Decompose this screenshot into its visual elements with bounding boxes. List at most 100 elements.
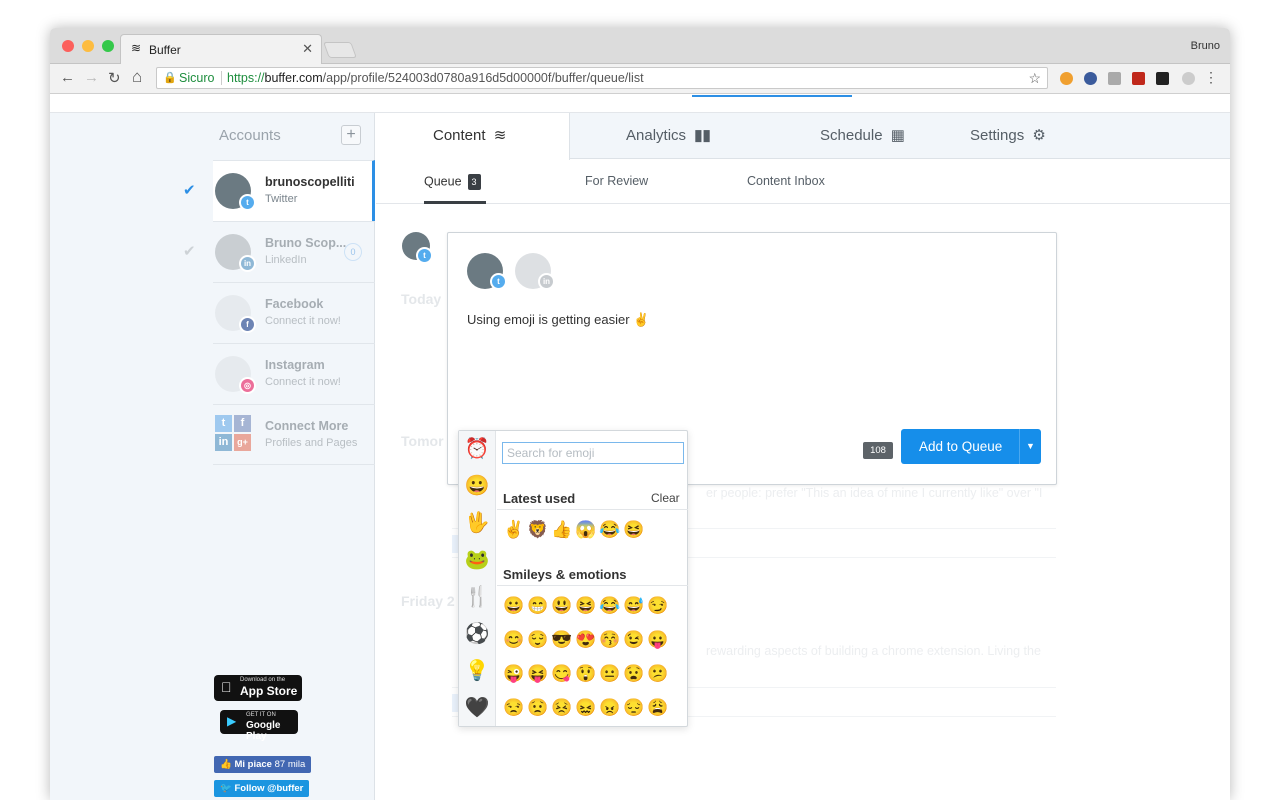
emoji-picker: ⏰😀🖖🐸🍴⚽💡🖤 Latest used Clear ✌🦁👍😱😂😆 Smiley… bbox=[458, 430, 688, 727]
forward-icon[interactable]: → bbox=[84, 69, 99, 86]
cookie-extension-icon[interactable] bbox=[1060, 72, 1073, 85]
emoji-category-6[interactable]: 💡 bbox=[463, 657, 491, 685]
emoji-button[interactable]: ✌ bbox=[503, 519, 525, 541]
emoji-button[interactable]: 😍 bbox=[575, 629, 597, 651]
address-bar[interactable]: 🔒 Sicuro https://buffer.com/app/profile/… bbox=[156, 67, 1048, 89]
emoji-button[interactable]: 😟 bbox=[527, 697, 549, 719]
connect-more[interactable]: t f in g+ Connect More Profiles and Page… bbox=[213, 404, 375, 465]
emoji-button[interactable]: 😆 bbox=[575, 595, 597, 617]
emoji-button[interactable]: 😆 bbox=[623, 519, 645, 541]
emoji-button[interactable]: 😅 bbox=[623, 595, 645, 617]
emoji-button[interactable]: 🦁 bbox=[527, 519, 549, 541]
close-tab-icon[interactable]: ✕ bbox=[302, 41, 313, 57]
emoji-category-2[interactable]: 🖖 bbox=[463, 509, 491, 537]
emoji-button[interactable]: 😠 bbox=[599, 697, 621, 719]
profile-twitter[interactable]: t brunoscopelliti Twitter bbox=[213, 160, 375, 221]
googleplay-badge[interactable]: ▶ GET IT ON Google Play bbox=[220, 710, 298, 742]
emoji-category-1[interactable]: 😀 bbox=[463, 472, 491, 500]
tab-analytics[interactable]: Analytics ▮▮ bbox=[626, 113, 711, 159]
tab-schedule[interactable]: Schedule ▦ bbox=[820, 113, 905, 159]
emoji-button[interactable]: 😃 bbox=[551, 595, 573, 617]
emoji-search-input[interactable] bbox=[502, 442, 684, 464]
profile-name: Facebook bbox=[265, 297, 324, 311]
browser-user[interactable]: Bruno bbox=[1191, 40, 1220, 52]
twitter-bird-icon: 🐦 bbox=[220, 783, 235, 794]
appstore-badge[interactable]:  Download on the App Store bbox=[214, 675, 302, 701]
profile-network: Connect it now! bbox=[265, 315, 341, 327]
emoji-button[interactable]: 😝 bbox=[527, 663, 549, 685]
twitter-follow-button[interactable]: 🐦 Follow @buffer bbox=[214, 780, 310, 797]
emoji-button[interactable]: 😐 bbox=[599, 663, 621, 685]
emoji-button[interactable]: 😛 bbox=[647, 629, 669, 651]
tab-settings[interactable]: Settings ⚙ bbox=[970, 113, 1046, 159]
emoji-button[interactable]: 😖 bbox=[575, 697, 597, 719]
browser-toolbar: ← → ↻ ⌂ 🔒 Sicuro https://buffer.com/app/… bbox=[50, 64, 1230, 94]
emoji-button[interactable]: 😋 bbox=[551, 663, 573, 685]
chevron-down-icon[interactable]: ▼ bbox=[1019, 429, 1041, 464]
new-tab-button[interactable] bbox=[323, 42, 357, 58]
browser-tab[interactable]: ≋ Buffer ✕ bbox=[120, 34, 322, 64]
emoji-button[interactable]: 😂 bbox=[599, 595, 621, 617]
clear-latest-button[interactable]: Clear bbox=[651, 491, 680, 505]
bookmark-star-icon[interactable]: ☆ bbox=[1028, 68, 1041, 88]
composer-text[interactable]: Using emoji is getting easier ✌ bbox=[467, 312, 649, 328]
emoji-button[interactable]: 😏 bbox=[647, 595, 669, 617]
subtab-content-inbox[interactable]: Content Inbox bbox=[747, 174, 825, 188]
emoji-category-4[interactable]: 🍴 bbox=[463, 583, 491, 611]
extension-icon[interactable] bbox=[1084, 72, 1097, 85]
facebook-like-button[interactable]: 👍 Mi piace 87 mila bbox=[214, 756, 312, 773]
emoji-button[interactable]: 😎 bbox=[551, 629, 573, 651]
add-account-button[interactable]: + bbox=[341, 125, 361, 145]
active-subtab-underline bbox=[424, 201, 486, 204]
emoji-category-3[interactable]: 🐸 bbox=[463, 546, 491, 574]
pdf-extension-icon[interactable] bbox=[1132, 72, 1145, 85]
emoji-category-7[interactable]: 🖤 bbox=[463, 694, 491, 722]
connect-more-subtitle: Profiles and Pages bbox=[265, 437, 358, 449]
drive-extension-icon[interactable] bbox=[1108, 72, 1121, 85]
thumbs-up-icon: 👍 bbox=[220, 759, 235, 770]
minimize-window-button[interactable] bbox=[82, 40, 94, 52]
emoji-button[interactable]: 😒 bbox=[503, 697, 525, 719]
subtab-queue[interactable]: Queue 3 bbox=[424, 174, 481, 190]
emoji-button[interactable]: 😔 bbox=[623, 697, 645, 719]
emoji-category-bar: ⏰ 😀 🖖 🐸 🍴 ⚽ 💡 🖤 bbox=[459, 431, 496, 726]
emoji-category-5[interactable]: ⚽ bbox=[463, 620, 491, 648]
profile-name: brunoscopelliti bbox=[265, 175, 355, 189]
emoji-button[interactable]: 😉 bbox=[623, 629, 645, 651]
profile-linkedin[interactable]: in Bruno Scop... LinkedIn 0 bbox=[213, 221, 375, 282]
home-icon[interactable]: ⌂ bbox=[132, 67, 142, 87]
apple-icon:  bbox=[221, 679, 232, 695]
profile-extension-icon[interactable] bbox=[1182, 72, 1195, 85]
emoji-button[interactable]: 👍 bbox=[551, 519, 573, 541]
zoom-window-button[interactable] bbox=[102, 40, 114, 52]
subtab-for-review[interactable]: For Review bbox=[585, 174, 648, 188]
emoji-row: 😊 😌 😎 😍 😚 😉 😛 bbox=[503, 629, 669, 651]
back-icon[interactable]: ← bbox=[60, 69, 75, 86]
close-window-button[interactable] bbox=[62, 40, 74, 52]
emoji-button[interactable]: 😱 bbox=[575, 519, 597, 541]
day-heading: Tomor bbox=[401, 433, 444, 449]
emoji-button[interactable]: 😌 bbox=[527, 629, 549, 651]
profile-instagram[interactable]: ◎ Instagram Connect it now! bbox=[213, 343, 375, 404]
emoji-category-0[interactable]: ⏰ bbox=[463, 435, 491, 463]
browser-menu-icon[interactable]: ⋮ bbox=[1204, 69, 1218, 86]
emoji-button[interactable]: 😊 bbox=[503, 629, 525, 651]
buffer-extension-icon[interactable] bbox=[1156, 72, 1169, 85]
twitter-icon: t bbox=[215, 415, 232, 432]
emoji-button[interactable]: 😁 bbox=[527, 595, 549, 617]
emoji-button[interactable]: 😂 bbox=[599, 519, 621, 541]
emoji-button[interactable]: 😲 bbox=[575, 663, 597, 685]
emoji-button[interactable]: 😚 bbox=[599, 629, 621, 651]
emoji-button[interactable]: 😜 bbox=[503, 663, 525, 685]
emoji-button[interactable]: 😕 bbox=[647, 663, 669, 685]
reload-icon[interactable]: ↻ bbox=[108, 69, 121, 87]
emoji-button[interactable]: 😣 bbox=[551, 697, 573, 719]
emoji-button[interactable]: 😩 bbox=[647, 697, 669, 719]
profile-facebook[interactable]: f Facebook Connect it now! bbox=[213, 282, 375, 343]
emoji-button[interactable]: 😀 bbox=[503, 595, 525, 617]
facebook-icon: f bbox=[239, 316, 256, 333]
add-to-queue-button[interactable]: Add to Queue ▼ bbox=[901, 429, 1041, 464]
emoji-button[interactable]: 😧 bbox=[623, 663, 645, 685]
check-icon[interactable]: ✔ bbox=[183, 242, 196, 260]
tab-content[interactable]: Content ≋ bbox=[376, 113, 570, 160]
